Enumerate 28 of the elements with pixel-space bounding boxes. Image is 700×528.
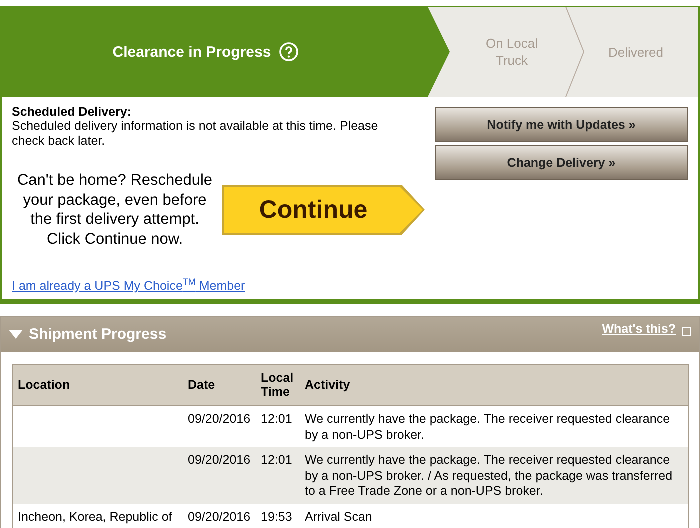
table-cell: 19:53	[256, 504, 300, 528]
scheduled-delivery-message: Scheduled delivery information is not available at this time. Please check back later.	[12, 119, 380, 149]
step-label: Delivered	[608, 44, 664, 60]
table-cell: 09/20/2016	[183, 447, 256, 504]
reschedule-text: Can't be home? Reschedule your package, even before the first delivery attempt. Click Continue now.	[16, 171, 214, 249]
column-header: Location	[12, 364, 183, 406]
table-cell: We currently have the package. The receiver requested clearance by a non-UPS broker.	[300, 406, 688, 448]
table-cell: We currently have the package. The receiver requested clearance by a non-UPS broker. / As requested, the package was transferred to a Free Trade Zone or a non-UPS broker.	[300, 447, 688, 504]
collapse-icon[interactable]	[9, 330, 23, 340]
continue-button[interactable]: Continue	[222, 185, 425, 235]
table-cell: 09/20/2016	[183, 406, 256, 448]
table-cell: 12:01	[256, 447, 300, 504]
panel-title: Shipment Progress	[29, 326, 168, 344]
column-header: Local Time	[256, 364, 300, 406]
help-icon[interactable]	[682, 327, 691, 336]
change-delivery-button[interactable]: Change Delivery »	[435, 145, 688, 180]
scheduled-delivery-heading: Scheduled Delivery:	[12, 105, 132, 119]
notify-button[interactable]: Notify me with Updates »	[435, 107, 688, 142]
column-header: Activity	[300, 364, 688, 406]
table-cell: Incheon, Korea, Republic of	[12, 504, 183, 528]
table-cell: Arrival Scan	[300, 504, 688, 528]
step-label: On Local Truck	[484, 35, 540, 69]
help-icon[interactable]	[279, 42, 300, 62]
table-cell: 09/20/2016	[183, 504, 256, 528]
step-label: Clearance in Progress	[112, 44, 272, 60]
column-header: Date	[183, 364, 256, 406]
table-cell: 12:01	[256, 406, 300, 448]
member-link[interactable]: I am already a UPS My Choice$^{TM}$ Member	[12, 277, 246, 294]
